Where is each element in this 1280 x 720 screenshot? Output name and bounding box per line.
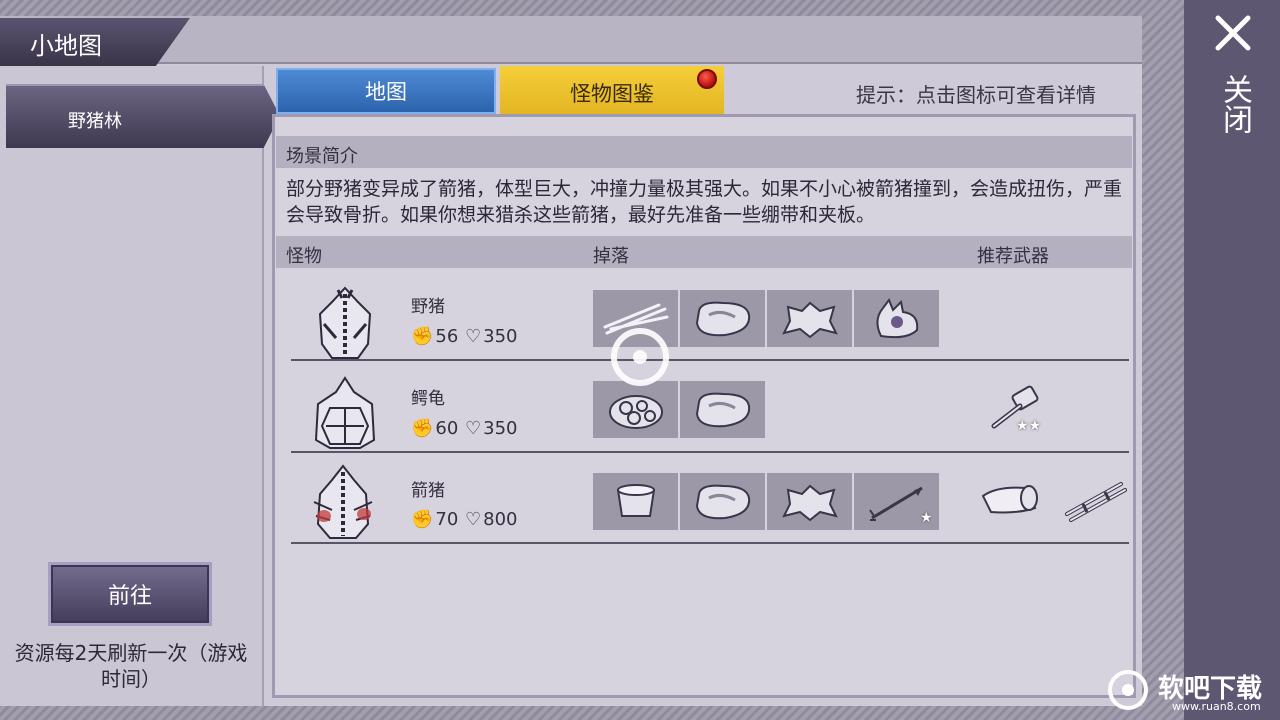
hide-icon [781,301,838,338]
attack-value: 56 [435,326,459,347]
notification-dot [697,69,717,89]
hp-value: 800 [483,509,518,530]
splint-icon [1065,482,1127,522]
drop-hide[interactable] [767,290,852,347]
drop-hide[interactable] [767,473,852,530]
hp-value: 350 [483,326,518,347]
fist-icon: ✊ [411,509,434,530]
hp-value: 350 [483,418,518,439]
heart-icon: ♡ [465,326,482,347]
scene-description: 部分野猪变异成了箭猪，体型巨大，冲撞力量极其强大。如果不小心被箭猪撞到，会造成扭… [286,178,1123,226]
watermark-url: www.ruan8.com [1172,700,1261,713]
hp-stat: ♡ 350 [465,326,518,347]
rocks-icon [608,394,663,429]
meat-icon [695,392,750,427]
meat-icon [695,484,750,519]
bandage-roll-icon [616,483,655,517]
porcupine-icon[interactable] [308,462,378,542]
drop-meat[interactable] [680,290,765,347]
area-item-wild-boar-forest[interactable] [6,84,280,148]
row-divider [291,542,1129,544]
wild-boar-icon[interactable] [310,284,380,364]
tab-map[interactable]: 地图 [276,68,496,114]
hp-stat: ♡ 800 [465,509,518,530]
row-divider [291,359,1129,361]
monster-name: 鳄龟 [411,389,445,409]
hide-icon [781,484,838,521]
attack-stat: ✊ 70 [411,509,458,530]
beast-head-icon [876,297,918,338]
hp-stat: ♡ 350 [465,418,518,439]
monster-name: 野猪 [411,297,445,317]
tab-monster-guide-label: 怪物图鉴 [570,82,654,106]
weapon-bandage[interactable] [974,470,1046,528]
weapon-splint[interactable] [1058,470,1130,528]
attack-value: 60 [435,418,459,439]
star-rating: ★ [920,510,933,526]
heart-icon: ♡ [465,509,482,530]
attack-stat: ✊ 56 [411,326,458,347]
refresh-note: 资源每2天刷新一次（游戏时间） [14,641,248,691]
col-weapons: 推荐武器 [977,246,1049,267]
col-drops: 掉落 [593,246,629,267]
hint-text: 提示：点击图标可查看详情 [856,83,1096,107]
snapping-turtle-icon[interactable] [310,374,380,454]
close-icon[interactable] [1212,12,1254,54]
bandage-icon [981,485,1038,514]
attack-stat: ✊ 60 [411,418,458,439]
drop-meat[interactable] [680,473,765,530]
scene-heading: 场景简介 [286,146,358,167]
col-monster: 怪物 [286,246,322,267]
monster-name: 箭猪 [411,481,445,501]
attack-value: 70 [435,509,459,530]
row-divider [291,451,1129,453]
loading-ring-icon [611,328,669,386]
meat-icon [695,301,750,336]
fist-icon: ✊ [411,326,434,347]
drop-bandage-roll[interactable] [593,473,678,530]
drop-beast-head[interactable] [854,290,939,347]
goto-button[interactable]: 前往 [48,562,212,626]
star-rating: ★★ [1016,418,1042,434]
drop-meat[interactable] [680,381,765,438]
window-title: 小地图 [30,32,102,60]
heart-icon: ♡ [465,418,482,439]
area-item-label: 野猪林 [68,111,122,132]
fist-icon: ✊ [411,418,434,439]
close-button[interactable]: 关闭 [1214,74,1252,134]
scene-header-bar [276,136,1132,168]
